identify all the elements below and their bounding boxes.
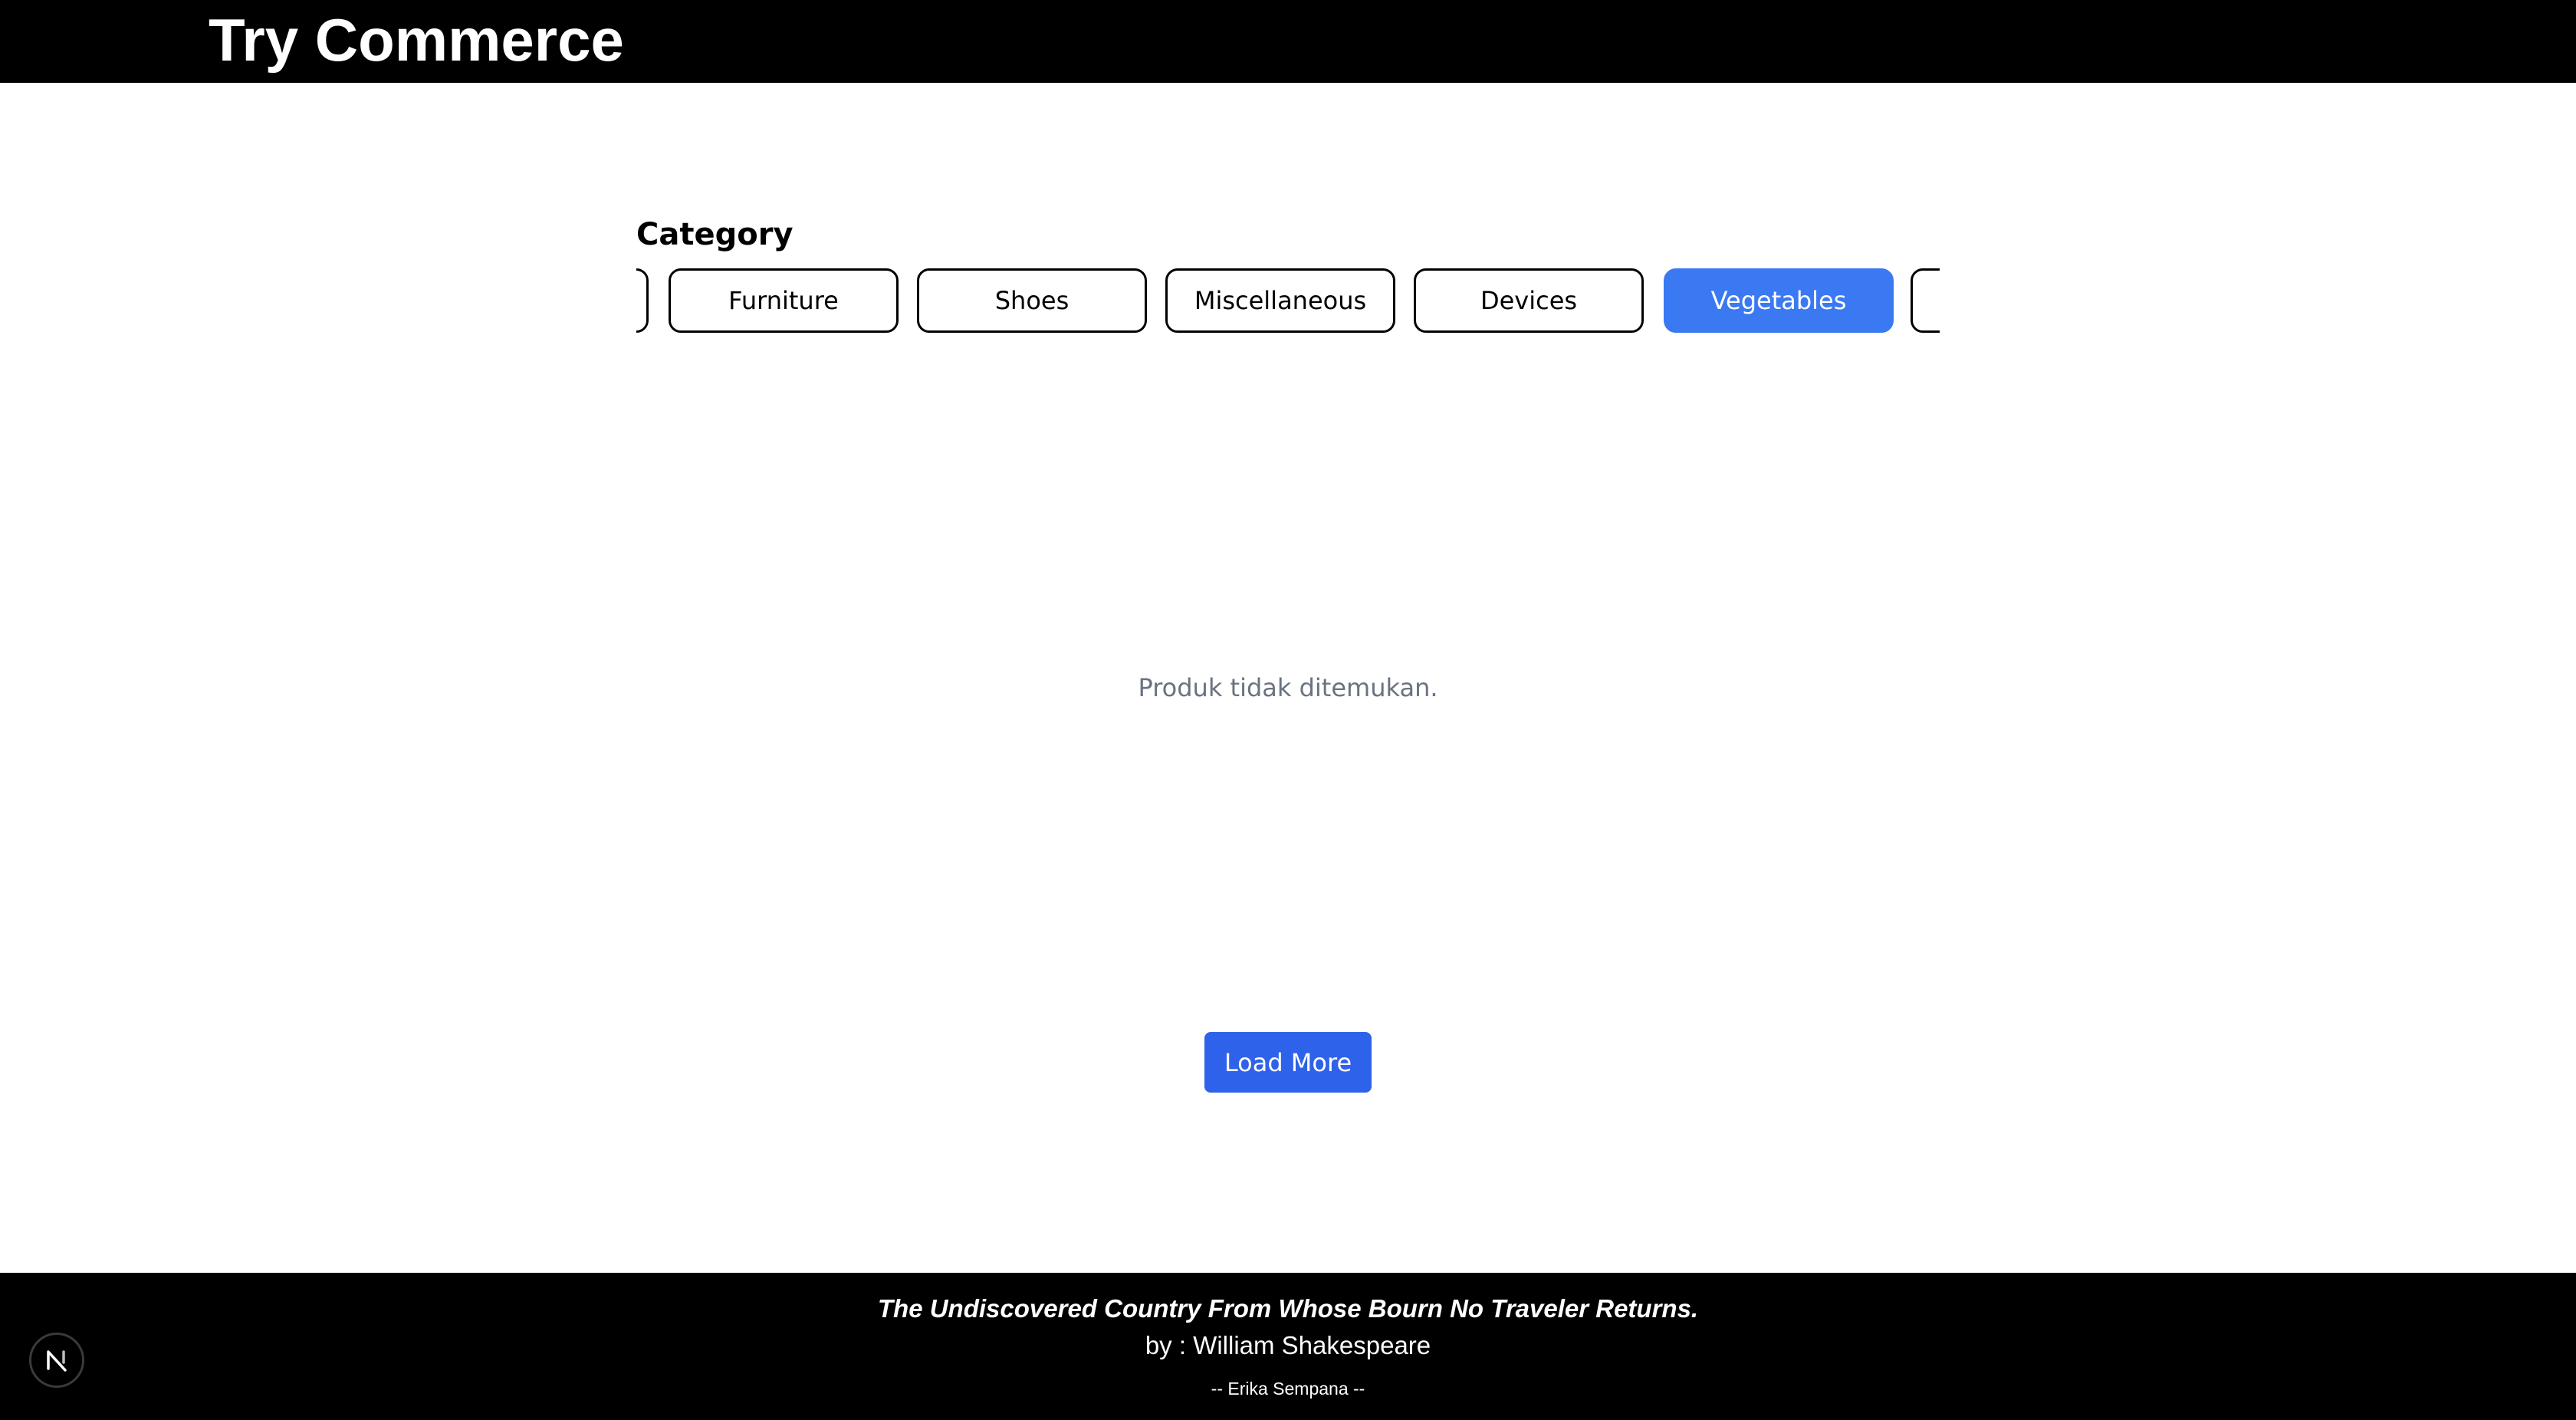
category-button-vegetables[interactable]: Vegetables <box>1664 268 1894 333</box>
category-heading: Category <box>636 217 794 252</box>
category-button-devices[interactable]: Devices <box>1414 268 1644 333</box>
load-more-button[interactable]: Load More <box>1204 1032 1372 1093</box>
category-scroller[interactable]: Furniture Shoes Miscellaneous Devices Ve… <box>636 265 1940 336</box>
nextjs-icon <box>47 1350 67 1372</box>
footer-author: by : William Shakespeare <box>1145 1331 1431 1359</box>
top-header: Try Commerce <box>0 0 2576 83</box>
nextjs-dev-badge[interactable] <box>29 1333 84 1388</box>
footer-credit: -- Erika Sempana -- <box>1211 1379 1365 1399</box>
footer-quote: The Undiscovered Country From Whose Bour… <box>877 1294 1699 1323</box>
category-button-shoes[interactable]: Shoes <box>917 268 1147 333</box>
category-button-partial-left[interactable] <box>636 268 649 333</box>
empty-state-message: Produk tidak ditemukan. <box>1138 673 1438 702</box>
category-button-miscellaneous[interactable]: Miscellaneous <box>1165 268 1395 333</box>
brand-title[interactable]: Try Commerce <box>209 5 624 75</box>
category-button-furniture[interactable]: Furniture <box>669 268 899 333</box>
category-button-partial-right[interactable] <box>1911 268 1940 333</box>
page: Try Commerce Category Furniture Shoes Mi… <box>0 0 2576 1420</box>
